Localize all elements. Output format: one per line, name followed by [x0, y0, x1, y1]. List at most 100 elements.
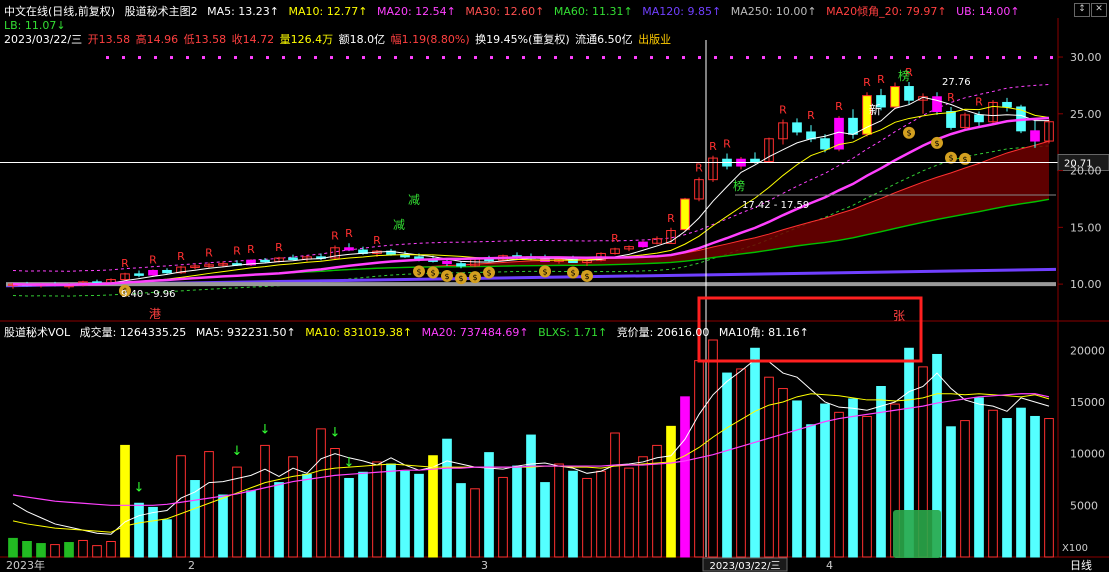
volume-bar — [862, 415, 872, 558]
kline-chart[interactable]: R R R R R R RR RR RRRR RR RRR RRR R$$ $ $ $ $$ $ $ $$$$ $港减减… — [0, 0, 1109, 572]
volume-bar — [568, 470, 578, 558]
volume-bar — [638, 456, 648, 558]
volume-bar — [442, 438, 452, 558]
ub-dot — [138, 56, 141, 60]
volume-tick-label: 10000 — [1070, 448, 1105, 461]
candle — [680, 198, 690, 231]
ub-dot — [314, 56, 317, 60]
vol-ma5-value: MA5: 932231.50↑ — [195, 326, 296, 339]
volume-bar — [64, 542, 74, 558]
candle — [1030, 130, 1040, 142]
volume-bar — [148, 506, 158, 558]
vol-ma10-angle-value: MA10角: 81.16↑ — [718, 326, 809, 339]
r-marker: R — [177, 250, 185, 263]
volume-bar — [302, 473, 312, 558]
close-icon[interactable]: ✕ — [1091, 3, 1107, 17]
ub-dot — [170, 56, 173, 60]
ma20-angle-value: MA20倾角_20: 79.97↑ — [826, 5, 947, 18]
volume-bar — [428, 455, 438, 558]
money-bag-symbol: $ — [906, 129, 911, 138]
volume-indicator-header: 股道秘术VOL 成交量: 1264335.25 MA5: 932231.50↑ … — [4, 326, 815, 339]
r-marker: R — [709, 140, 717, 153]
quote-sector[interactable]: 出版业 — [638, 33, 671, 46]
legend-mark-jian: 减 — [393, 218, 405, 232]
volume-bar — [750, 347, 760, 558]
ub-dot — [986, 56, 989, 60]
r-marker: R — [863, 76, 871, 89]
volume-bar — [708, 339, 718, 558]
ub-dot — [650, 56, 653, 60]
ub-dot — [362, 56, 365, 60]
ub-dot — [298, 56, 301, 60]
date-label: 2 — [188, 559, 195, 572]
ub-dot — [106, 56, 109, 60]
candle — [890, 86, 900, 108]
r-marker: R — [667, 212, 675, 225]
ub-dot — [378, 56, 381, 60]
quote-bar: 2023/03/22/三 开13.58 高14.96 低13.58 收14.72… — [4, 33, 677, 46]
candle — [1002, 101, 1012, 108]
r-marker: R — [611, 232, 619, 245]
volume-bar — [820, 403, 830, 558]
quote-turnover: 换19.45%(重复权) — [475, 33, 570, 46]
ub-dot — [554, 56, 557, 60]
money-bag-symbol: $ — [430, 269, 435, 278]
legend-mark-zhang: 张 — [893, 309, 905, 323]
ub-dot — [330, 56, 333, 60]
quote-date: 2023/03/22/三 — [4, 33, 83, 46]
lb-value: LB: 11.07↓ — [4, 19, 66, 32]
r-marker: R — [345, 227, 353, 240]
ub-dot — [922, 56, 925, 60]
legend-mark-bang: 榜 — [733, 178, 745, 193]
volume-bar — [8, 537, 18, 558]
volume-tick-label: 20000 — [1070, 344, 1105, 357]
stock-title[interactable]: 中文在线(日线,前复权) — [4, 5, 115, 18]
ub-dot — [570, 56, 573, 60]
volume-arrow-icon: ↓ — [344, 455, 355, 470]
volume-arrow-icon: ↓ — [134, 480, 145, 495]
ub-dot — [250, 56, 253, 60]
candle — [820, 138, 830, 150]
ub-dot — [234, 56, 237, 60]
ub-dot — [778, 56, 781, 60]
lb-row: LB: 11.07↓ — [4, 19, 72, 32]
volume-bar — [120, 444, 130, 558]
volume-bar — [498, 476, 508, 558]
ub-dot — [490, 56, 493, 60]
date-label: 3 — [481, 559, 488, 572]
ma5-value: MA5: 13.23↑ — [207, 5, 280, 18]
scroll-icon[interactable]: ↕ — [1074, 3, 1090, 17]
ma120-value: MA120: 9.85↑ — [642, 5, 722, 18]
price-tick-label: 30.00 — [1070, 51, 1102, 64]
money-bag-symbol: $ — [486, 269, 491, 278]
ub-dot — [474, 56, 477, 60]
volume-bar — [470, 488, 480, 558]
site-watermark — [893, 510, 1103, 558]
quote-volume: 量126.4万 — [279, 33, 334, 46]
volume-bar — [610, 432, 620, 558]
money-bag-symbol: $ — [472, 273, 477, 282]
upper-band-line — [12, 83, 1050, 272]
candle — [974, 114, 984, 123]
volume-bar — [274, 482, 284, 558]
ub-dot — [682, 56, 685, 60]
ub-dot — [1034, 56, 1037, 60]
money-bag-symbol: $ — [416, 267, 421, 276]
vol-value: 成交量: 1264335.25 — [79, 326, 187, 339]
ub-dot — [522, 56, 525, 60]
candle — [750, 158, 760, 162]
legend-mark-bang: 榜 — [898, 68, 910, 83]
r-marker: R — [373, 234, 381, 247]
volume-bar — [106, 541, 116, 558]
candle — [260, 259, 270, 263]
money-bag-symbol: $ — [444, 272, 449, 281]
volume-arrow-icon: ↓ — [330, 426, 341, 441]
vol-indicator-name[interactable]: 股道秘术VOL — [4, 326, 70, 339]
r-marker: R — [835, 100, 843, 113]
indicator-name[interactable]: 股道秘术主图2 — [125, 5, 198, 18]
candle — [946, 111, 956, 128]
volume-bar — [582, 477, 592, 558]
high-price-label: 27.76 — [942, 77, 971, 88]
ub-dot — [1018, 56, 1021, 60]
ma60-value: MA60: 11.31↑ — [553, 5, 633, 18]
